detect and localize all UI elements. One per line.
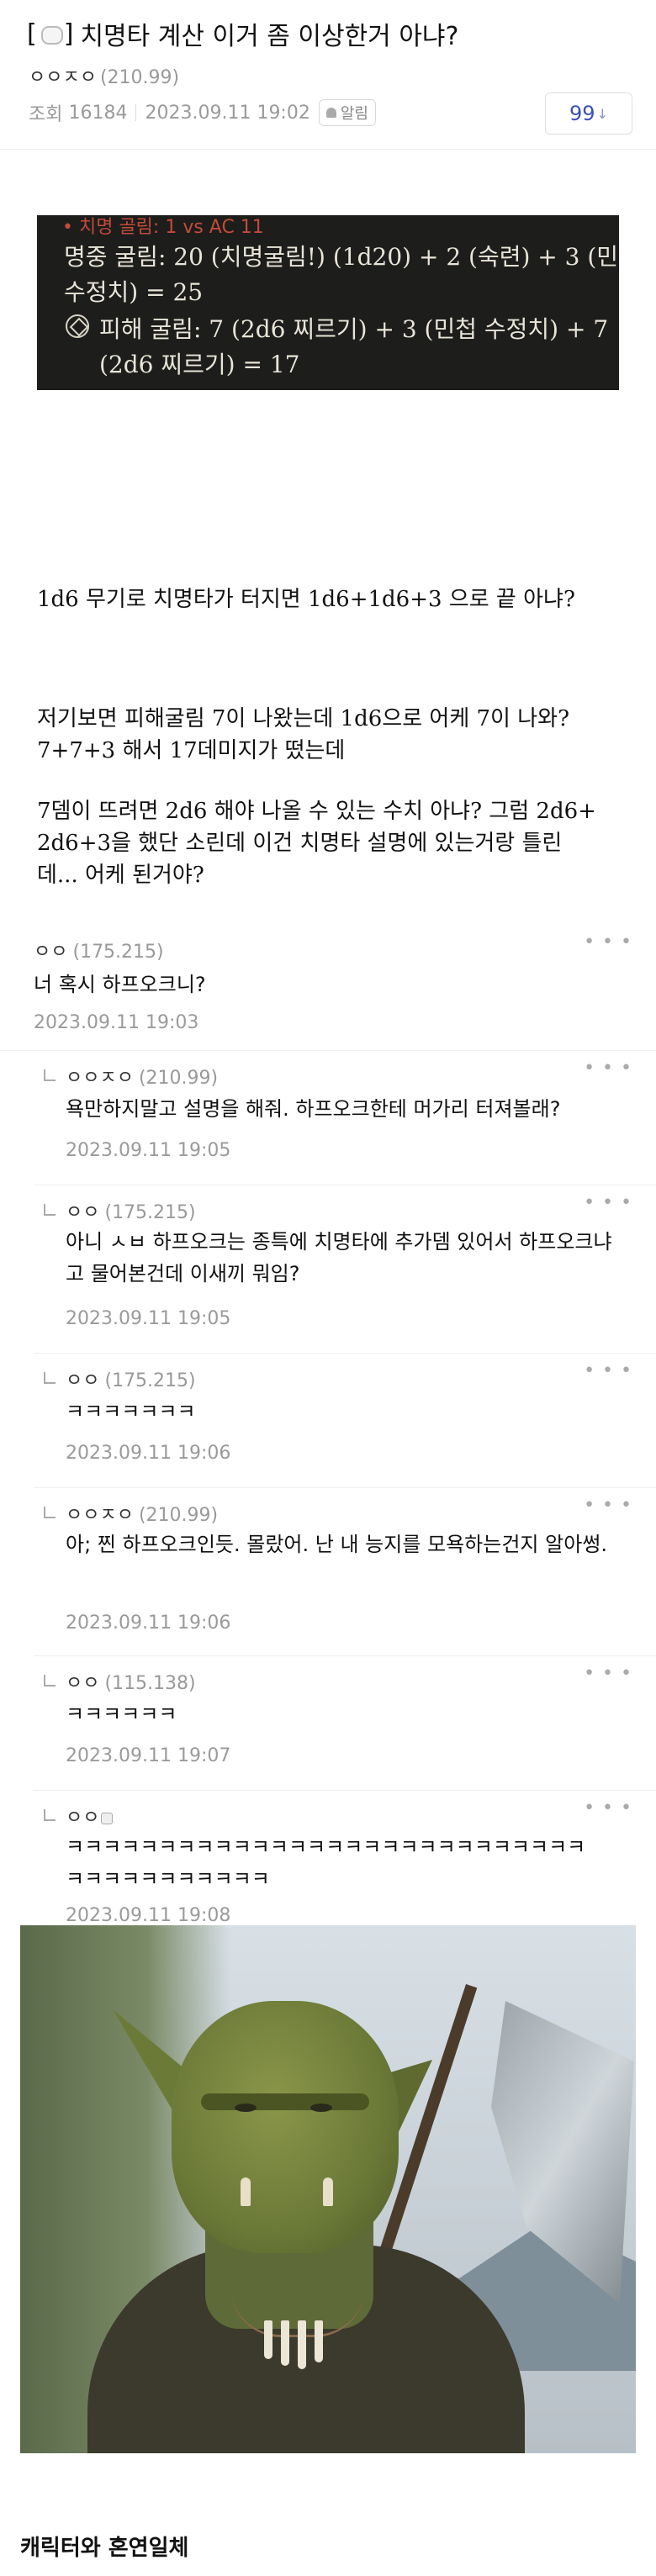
bell-icon [325, 108, 336, 118]
post-datetime: 2023.09.11 19:02 [145, 102, 310, 124]
comment-ip: (175.215) [104, 1370, 196, 1391]
more-options-icon[interactable]: • • • [584, 1797, 632, 1819]
reply-arrow-icon [44, 1069, 56, 1081]
comment-date: 2023.09.11 19:03 [34, 1012, 199, 1033]
reply-arrow-icon [44, 1675, 56, 1687]
comment-ip: (210.99) [138, 1505, 219, 1526]
title-bracket-open: [ [27, 18, 37, 49]
more-options-icon[interactable]: • • • [584, 932, 632, 953]
comment-text: 너 혹시 하프오크니? [34, 973, 206, 996]
comment-text: ㅋㅋㅋㅋㅋㅋㅋㅋㅋㅋㅋㅋㅋㅋㅋㅋㅋㅋㅋㅋㅋㅋㅋㅋㅋㅋㅋㅋㅋㅋㅋㅋㅋㅋㅋㅋㅋㅋㅋ [66, 1835, 586, 1891]
more-options-icon[interactable]: • • • [584, 1192, 632, 1213]
comment-nick[interactable]: ㅇㅇㅈㅇ [66, 1505, 134, 1526]
comment-author[interactable]: ㅇㅇ (175.215) [66, 1365, 196, 1392]
alarm-label: 알림 [340, 105, 368, 123]
more-options-icon[interactable]: • • • [584, 1360, 632, 1381]
comment-nick[interactable]: ㅇㅇ [66, 1370, 99, 1391]
comment-ip: (210.99) [138, 1068, 219, 1089]
member-badge-icon [101, 1813, 114, 1824]
comment-author[interactable]: ㅇㅇ [66, 1803, 114, 1829]
reply-arrow-icon [44, 1809, 56, 1821]
comment-text: 욕만하지말고 설명을 해줘. 하프오크한테 머가리 터져볼래? [66, 1097, 561, 1121]
comment-author[interactable]: ㅇㅇ (175.215) [34, 937, 164, 963]
game-partial-line: • 치명 골림: 1 vs AC 11 [62, 217, 264, 238]
reply-item: ㅇㅇㅈㅇ (210.99) • • • 욕만하지말고 설명을 해줘. 하프오크한테… [34, 1051, 656, 1185]
image-attachment-icon [39, 23, 63, 45]
comment-item: ㅇㅇ (175.215) • • • 너 혹시 하프오크니? 2023.09.11… [0, 925, 656, 1051]
reply-item: ㅇㅇ (175.215) • • • ㅋㅋㅋㅋㅋㅋㅋ 2023.09.11 19:… [34, 1354, 656, 1488]
attack-roll-line-2: 수정치) = 25 [64, 278, 204, 306]
comment-date: 2023.09.11 19:05 [66, 1140, 231, 1161]
damage-roll-line-2: (2d6 찌르기) = 17 [99, 351, 300, 378]
recommend-count-button[interactable]: 99 ↓ [545, 92, 632, 135]
game-screenshot-image: • 치명 골림: 1 vs AC 11 명중 굴림: 20 (치명굴림!) (1… [37, 215, 619, 390]
comment-date: 2023.09.11 19:05 [66, 1308, 231, 1329]
comment-nick[interactable]: ㅇㅇ [34, 942, 67, 963]
body-paragraph: 7뎀이 뜨려면 2d6 해야 나올 수 있는 수치 아냐? 그럼 2d6+ [37, 799, 596, 824]
comment-author[interactable]: ㅇㅇㅈㅇ (210.99) [66, 1500, 218, 1527]
comment-text: ㅋㅋㅋㅋㅋㅋ [66, 1702, 177, 1726]
damage-roll-line: 피해 굴림: 7 (2d6 찌르기) + 3 (민첩 수정치) + 7 [99, 315, 609, 343]
author-nick[interactable]: ㅇㅇㅈㅇ [29, 67, 97, 88]
post-title-text: 치명타 계산 이거 좀 이상한거 아냐? [80, 22, 459, 51]
post-title: [ ] 치명타 계산 이거 좀 이상한거 아냐? [27, 15, 458, 52]
comment-date: 2023.09.11 19:06 [66, 1613, 231, 1634]
comment-nick[interactable]: ㅇㅇ [66, 1808, 99, 1829]
reply-arrow-icon [44, 1204, 56, 1216]
attack-roll-line: 명중 굴림: 20 (치명굴림!) (1d20) + 2 (숙련) + 3 (민… [64, 243, 619, 271]
more-options-icon[interactable]: • • • [584, 1495, 632, 1516]
body-paragraph: 7+7+3 해서 17데미지가 떴는데 [37, 738, 346, 763]
post-header: [ ] 치명타 계산 이거 좀 이상한거 아냐? ㅇㅇㅈㅇ (210.99) 조회… [0, 0, 656, 150]
orc-character-image [20, 1925, 636, 2453]
reply-item: ㅇㅇ (175.215) • • • 아니 ㅅㅂ 하프오크는 종특에 치명타에 추… [34, 1185, 656, 1354]
comment-nick[interactable]: ㅇㅇ [66, 1673, 99, 1694]
meta-divider [135, 104, 137, 121]
comment-ip: (175.215) [72, 942, 164, 963]
body-paragraph: 저기보면 피해굴림 7이 나왔는데 1d6으로 어케 7이 나와? [37, 706, 570, 731]
comment-nick[interactable]: ㅇㅇㅈㅇ [66, 1068, 134, 1089]
comment-ip: (115.138) [104, 1673, 196, 1694]
comment-text: ㅋㅋㅋㅋㅋㅋㅋ [66, 1400, 196, 1423]
arrow-down-icon: ↓ [596, 105, 608, 122]
reply-item: ㅇㅇㅈㅇ (210.99) • • • 아; 찐 하프오크인듯. 몰랐어. 난 내… [34, 1488, 656, 1656]
dice-icon [66, 314, 89, 338]
body-paragraph: 1d6 무기로 치명타가 터지면 1d6+1d6+3 으로 끝 아냐? [37, 587, 575, 612]
comment-text: 아니 ㅅㅂ 하프오크는 종특에 치명타에 추가뎀 있어서 하프오크냐고 물어본건… [66, 1230, 612, 1285]
comment-date: 2023.09.11 19:07 [66, 1745, 231, 1766]
body-paragraph: 데... 어케 된거야? [37, 863, 204, 888]
views-count: 16184 [68, 102, 128, 124]
body-paragraph: 2d6+3을 했단 소린데 이건 치명타 설명에 있는거랑 틀린 [37, 831, 563, 856]
comment-text: 아; 찐 하프오크인듯. 몰랐어. 난 내 능지를 모욕하는건지 알아썽. [66, 1533, 608, 1556]
author-ip: (210.99) [99, 67, 180, 88]
post-meta: 조회 16184 2023.09.11 19:02 알림 [29, 99, 376, 126]
reply-arrow-icon [44, 1372, 56, 1384]
comment-date: 2023.09.11 19:06 [66, 1443, 231, 1464]
more-options-icon[interactable]: • • • [584, 1663, 632, 1684]
title-bracket-close: ] [63, 18, 74, 49]
views-label: 조회 [29, 104, 63, 125]
recommend-count: 99 [569, 102, 595, 125]
comment-author[interactable]: ㅇㅇ (115.138) [66, 1668, 196, 1695]
comment-author[interactable]: ㅇㅇ (175.215) [66, 1197, 196, 1224]
reply-item: ㅇㅇ • • • ㅋㅋㅋㅋㅋㅋㅋㅋㅋㅋㅋㅋㅋㅋㅋㅋㅋㅋㅋㅋㅋㅋㅋㅋㅋㅋㅋㅋㅋㅋㅋ… [34, 1791, 656, 1926]
reply-item: ㅇㅇ (115.138) • • • ㅋㅋㅋㅋㅋㅋ 2023.09.11 19:0… [34, 1656, 656, 1791]
post-author[interactable]: ㅇㅇㅈㅇ (210.99) [29, 62, 179, 89]
alarm-button[interactable]: 알림 [318, 99, 376, 126]
comment-date: 2023.09.11 19:08 [66, 1905, 231, 1926]
reply-arrow-icon [44, 1507, 56, 1518]
image-caption: 캐릭터와 혼연일체 [20, 2536, 189, 2561]
orc-head [172, 2001, 399, 2253]
more-options-icon[interactable]: • • • [584, 1058, 632, 1079]
comment-ip: (175.215) [104, 1202, 196, 1223]
comment-author[interactable]: ㅇㅇㅈㅇ (210.99) [66, 1063, 218, 1090]
comment-nick[interactable]: ㅇㅇ [66, 1202, 99, 1223]
